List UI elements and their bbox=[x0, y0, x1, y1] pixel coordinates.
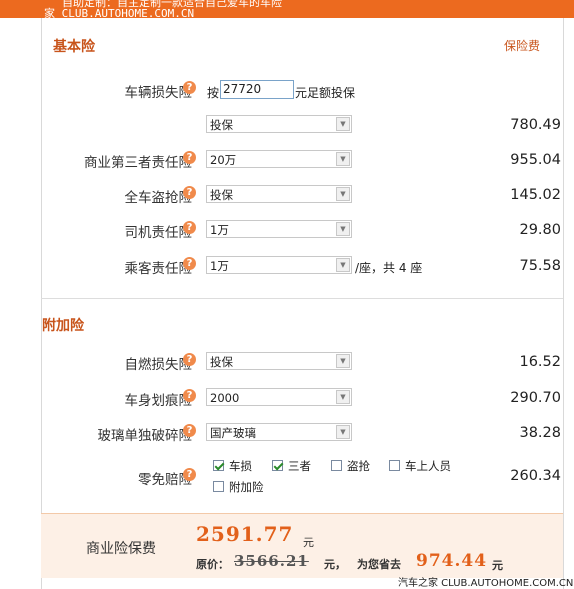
theft-fee: 145.02 bbox=[510, 187, 561, 203]
self-ignition-select[interactable]: 投保 ▼ bbox=[206, 352, 352, 370]
checkbox-passenger[interactable] bbox=[389, 460, 400, 471]
currency-unit: 元 bbox=[303, 536, 314, 549]
glass-label: 玻璃单独破碎险 bbox=[97, 428, 193, 444]
watermark: 汽车之家 CLUB.AUTOHOME.COM.CN bbox=[398, 578, 574, 589]
third-party-label: 商业第三者责任险 bbox=[84, 155, 192, 171]
checkbox-theft[interactable] bbox=[331, 460, 342, 471]
help-icon[interactable]: ? bbox=[183, 353, 196, 366]
original-price-label: 原价： bbox=[196, 558, 229, 571]
chevron-down-icon[interactable]: ▼ bbox=[336, 354, 350, 368]
select-value: 20万 bbox=[210, 153, 237, 167]
vehicle-amount-input[interactable]: 27720 bbox=[220, 80, 294, 99]
third-party-fee: 955.04 bbox=[510, 152, 561, 168]
seat-count: /座，共 4 座 bbox=[355, 261, 423, 275]
amount-suffix: 元足额投保 bbox=[295, 86, 356, 100]
section-divider bbox=[41, 298, 563, 299]
help-icon[interactable]: ? bbox=[183, 186, 196, 199]
top-banner: 自助定制：自主定制一款适合自己爱车的车险 家 CLUB.AUTOHOME.COM… bbox=[0, 0, 574, 18]
original-price: 3566.21 bbox=[234, 552, 309, 570]
help-icon[interactable]: ? bbox=[183, 468, 196, 481]
select-value: 1万 bbox=[210, 259, 229, 273]
help-icon[interactable]: ? bbox=[183, 424, 196, 437]
checkbox-additional[interactable] bbox=[213, 481, 224, 492]
help-icon[interactable]: ? bbox=[183, 221, 196, 234]
passenger-label: 乘客责任险 bbox=[124, 261, 193, 277]
savings-amount: 974.44 bbox=[416, 551, 488, 571]
select-value: 2000 bbox=[210, 391, 240, 405]
currency-unit: 元 bbox=[492, 559, 503, 572]
scratch-select[interactable]: 2000 ▼ bbox=[206, 388, 352, 406]
deductible-fee: 260.34 bbox=[510, 468, 561, 484]
checkbox-label: 三者 bbox=[288, 459, 311, 473]
currency-unit: 元， bbox=[324, 558, 346, 571]
scratch-label: 车身划痕险 bbox=[124, 393, 193, 409]
select-value: 国产玻璃 bbox=[210, 426, 256, 440]
self-ignition-label: 自燃损失险 bbox=[124, 357, 193, 373]
checkbox-third-party[interactable] bbox=[272, 460, 283, 471]
savings-label: 为您省去 bbox=[357, 558, 401, 571]
driver-fee: 29.80 bbox=[519, 222, 561, 238]
select-value: 投保 bbox=[210, 118, 233, 132]
checkbox-label: 车损 bbox=[229, 459, 252, 473]
fee-column-header: 保险费 bbox=[504, 39, 541, 53]
additional-section-title: 附加险 bbox=[42, 318, 84, 334]
select-value: 投保 bbox=[210, 355, 233, 369]
help-icon[interactable]: ? bbox=[183, 389, 196, 402]
passenger-fee: 75.58 bbox=[519, 258, 561, 274]
insurance-panel bbox=[41, 18, 564, 589]
theft-label: 全车盗抢险 bbox=[124, 190, 193, 206]
scratch-fee: 290.70 bbox=[510, 390, 561, 406]
driver-select[interactable]: 1万 ▼ bbox=[206, 220, 352, 238]
select-value: 投保 bbox=[210, 188, 233, 202]
glass-select[interactable]: 国产玻璃 ▼ bbox=[206, 423, 352, 441]
select-value: 1万 bbox=[210, 223, 229, 237]
vehicle-damage-fee: 780.49 bbox=[510, 117, 561, 133]
amount-prefix: 按 bbox=[207, 86, 220, 100]
help-icon[interactable]: ? bbox=[183, 257, 196, 270]
checkbox-label: 附加险 bbox=[229, 480, 264, 494]
passenger-select[interactable]: 1万 ▼ bbox=[206, 256, 352, 274]
driver-label: 司机责任险 bbox=[124, 225, 193, 241]
chevron-down-icon[interactable]: ▼ bbox=[336, 152, 350, 166]
vehicle-damage-label: 车辆损失险 bbox=[124, 85, 193, 101]
glass-fee: 38.28 bbox=[519, 425, 561, 441]
basic-section-title: 基本险 bbox=[53, 39, 95, 55]
chevron-down-icon[interactable]: ▼ bbox=[336, 117, 350, 131]
summary-label: 商业险保费 bbox=[86, 541, 156, 557]
vehicle-damage-select[interactable]: 投保 ▼ bbox=[206, 115, 352, 133]
theft-select[interactable]: 投保 ▼ bbox=[206, 185, 352, 203]
checkbox-car-damage[interactable] bbox=[213, 460, 224, 471]
chevron-down-icon[interactable]: ▼ bbox=[336, 425, 350, 439]
chevron-down-icon[interactable]: ▼ bbox=[336, 390, 350, 404]
checkbox-label: 车上人员 bbox=[405, 459, 451, 473]
checkbox-label: 盗抢 bbox=[347, 459, 370, 473]
self-ignition-fee: 16.52 bbox=[519, 354, 561, 370]
help-icon[interactable]: ? bbox=[183, 151, 196, 164]
chevron-down-icon[interactable]: ▼ bbox=[336, 222, 350, 236]
third-party-select[interactable]: 20万 ▼ bbox=[206, 150, 352, 168]
chevron-down-icon[interactable]: ▼ bbox=[336, 258, 350, 272]
help-icon[interactable]: ? bbox=[183, 81, 196, 94]
banner-site: 家 CLUB.AUTOHOME.COM.CN bbox=[44, 7, 195, 18]
total-premium: 2591.77 bbox=[196, 522, 294, 546]
chevron-down-icon[interactable]: ▼ bbox=[336, 187, 350, 201]
